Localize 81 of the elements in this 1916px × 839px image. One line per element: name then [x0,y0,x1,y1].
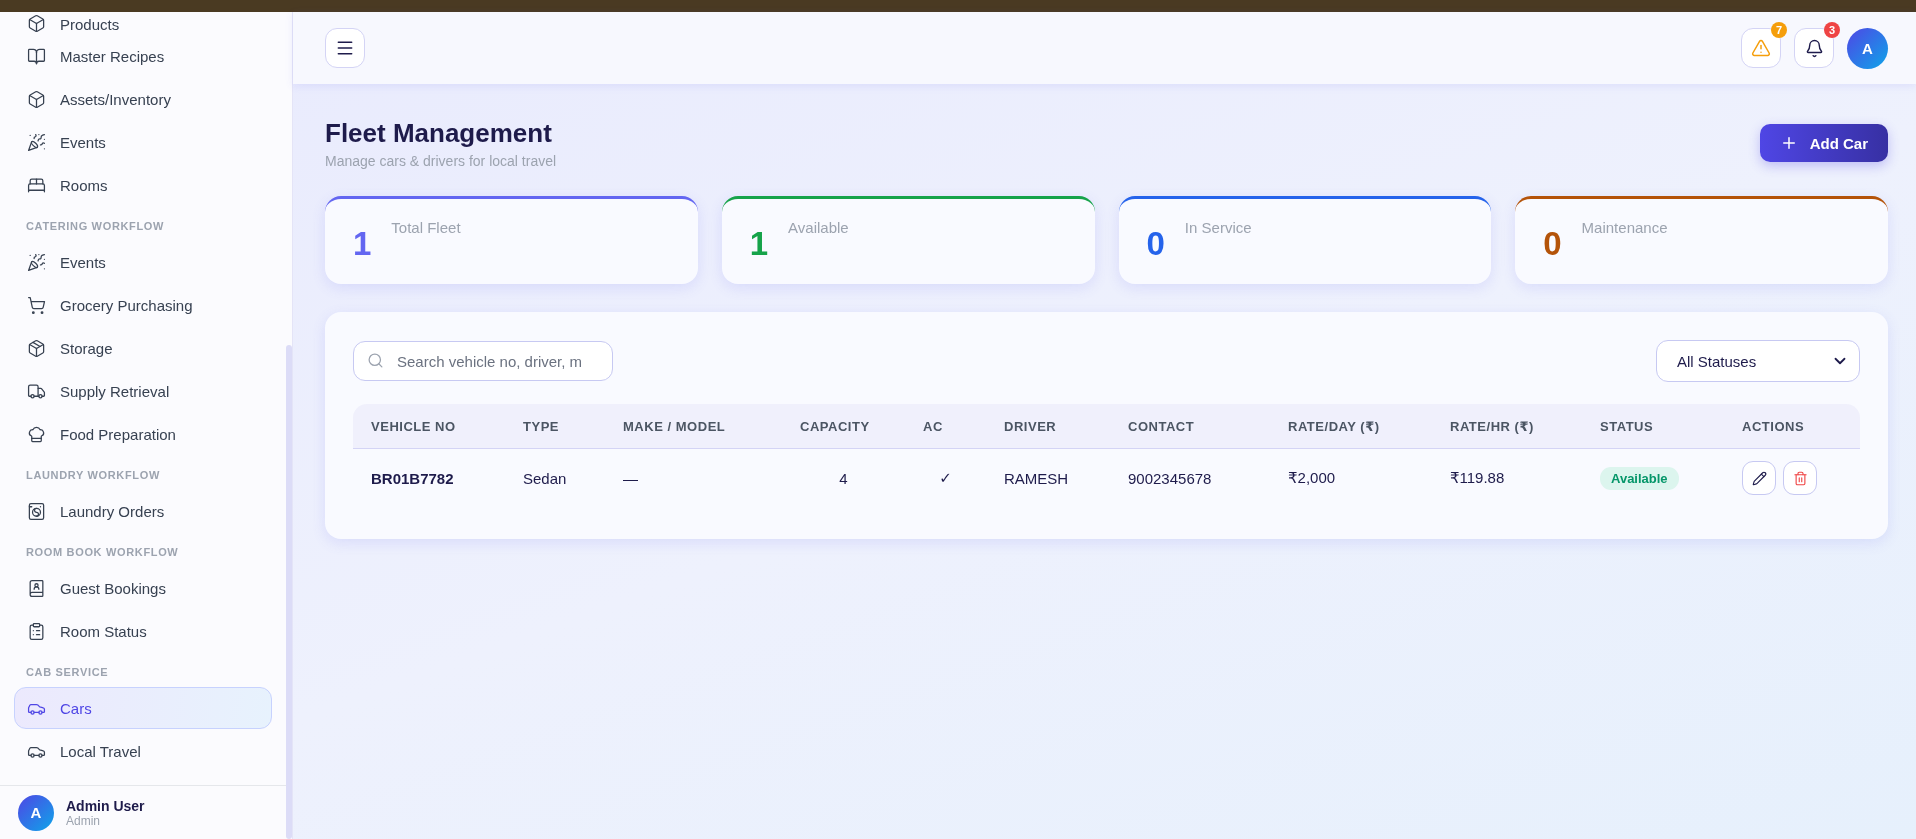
column-header: RATE/HR (₹) [1449,418,1535,434]
user-avatar[interactable]: A [18,794,54,831]
pencil-icon [1751,470,1767,486]
sidebar-item[interactable]: Grocery Purchasing [14,284,272,326]
user-role: Admin [66,813,101,828]
stat-label: Maintenance [1581,219,1668,236]
sidebar-item[interactable]: Laundry Orders [14,490,272,532]
search-field[interactable]: Search vehicle no, driver, m [353,341,613,381]
stat-label: Total Fleet [391,219,461,236]
sidebar-item-icon [27,621,46,641]
status-badge: Available [1600,466,1679,490]
sidebar-item-icon [27,252,46,272]
user-name: Admin User [66,797,145,814]
sidebar-item[interactable]: Room Status [14,610,272,652]
stat-value: 1 [353,225,372,263]
column-header: MAKE / MODEL [622,418,727,434]
page-subtitle: Manage cars & drivers for local travel [325,153,557,169]
column-header: TYPE [522,418,561,434]
table-cell-text: ₹119.88 [1449,469,1506,487]
section-heading: CATERING WORKFLOW [25,219,166,234]
page-title: Fleet Management [325,118,553,149]
profile-avatar[interactable]: A [1847,27,1888,69]
sidebar-item[interactable]: Cars [14,687,272,729]
sidebar-item[interactable]: Guest Bookings [14,567,272,609]
sidebar-item-icon [27,424,46,444]
sidebar-item-icon [27,578,46,598]
stat-value: 0 [1146,225,1165,263]
notifications-button[interactable] [1794,28,1834,68]
stat-value: 0 [1543,225,1562,263]
column-header: STATUS [1599,418,1655,434]
table-cell-text: ₹2,000 [1287,469,1337,487]
sidebar-item-icon [27,132,46,152]
column-header: RATE/DAY (₹) [1287,418,1381,434]
scroll-bar[interactable] [286,345,292,839]
table-cell-text: RAMESH [1003,469,1070,487]
sidebar-item[interactable]: Products [14,12,272,34]
column-header: VEHICLE NO [370,418,457,434]
table-cell-text: ✓ [938,469,953,487]
sidebar-item-icon [27,295,46,315]
table-cell-text: 4 [838,469,849,487]
sidebar-item[interactable]: Food Preparation [14,413,272,455]
table-cell-text: — [622,469,639,487]
sidebar-item[interactable]: Supply Retrieval [14,370,272,412]
sidebar-item[interactable]: Master Recipes [14,35,272,77]
column-header: AC [922,418,944,434]
table-cell-text: 9002345678 [1127,469,1213,487]
sidebar-item[interactable]: Local Travel [14,730,272,772]
column-header: DRIVER [1003,418,1058,434]
sidebar-item[interactable]: Events [14,241,272,283]
column-header: CONTACT [1127,418,1196,434]
column-header: ACTIONS [1741,418,1806,434]
section-heading: LAUNDRY WORKFLOW [25,468,161,483]
table-cell-text: Sedan [522,469,568,487]
table-cell-text: BR01B7782 [370,469,455,487]
add-car-button[interactable]: Add Car [1759,124,1888,162]
warning-icon [1751,38,1771,58]
bell-icon [1804,38,1824,58]
delete-button[interactable] [1783,461,1817,495]
notification-count: 3 [1824,22,1840,38]
sidebar-item[interactable]: Events [14,121,272,163]
sidebar-item-icon [27,338,46,358]
sidebar-item[interactable]: Storage [14,327,272,369]
stat-value: 1 [749,225,769,263]
column-header: CAPACITY [799,418,871,434]
sidebar-item-icon [27,46,46,66]
sidebar-item[interactable]: Assets/Inventory [14,78,272,120]
trash-icon [1792,470,1808,486]
stat-label: In Service [1184,219,1252,236]
section-heading: CAB SERVICE [25,665,110,680]
edit-button[interactable] [1742,461,1776,495]
sidebar-item[interactable]: Rooms [14,164,272,206]
status-select[interactable]: All Statuses [1656,340,1860,382]
stat-label: Available [788,219,849,236]
section-heading: ROOM BOOK WORKFLOW [25,545,180,560]
sidebar-item-icon [27,89,46,109]
search-icon [367,352,384,369]
sidebar-item-icon [27,501,46,521]
menu-icon [335,38,355,58]
alert-count: 7 [1771,22,1787,38]
sidebar-item-icon [27,14,46,33]
menu-button[interactable] [325,28,365,68]
